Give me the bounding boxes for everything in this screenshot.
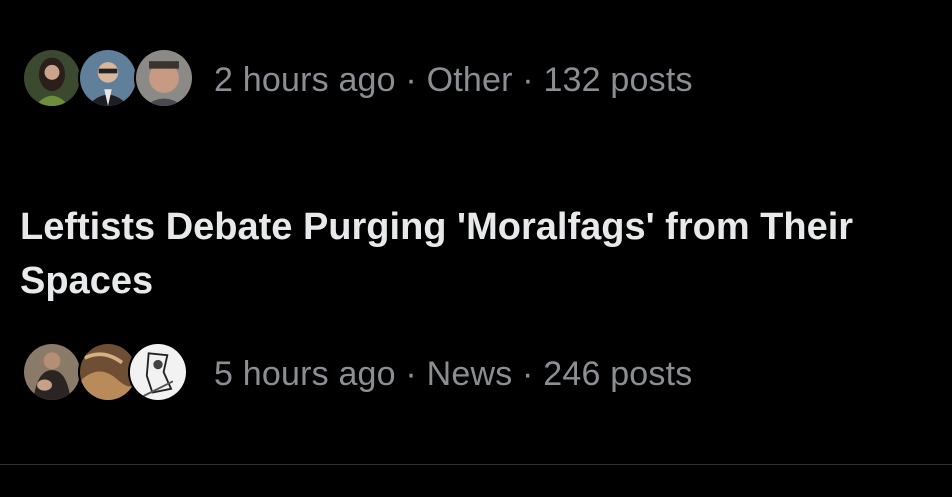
avatar <box>128 342 188 402</box>
avatar-stack <box>22 48 194 112</box>
trend-meta-row[interactable]: 2 hours ago · Other · 132 posts <box>22 48 693 112</box>
avatar <box>134 48 194 108</box>
trend-meta-row[interactable]: 5 hours ago · News · 246 posts <box>22 342 692 406</box>
avatar <box>22 342 82 402</box>
avatar <box>22 48 82 108</box>
divider <box>0 464 952 465</box>
trend-title[interactable]: Leftists Debate Purging 'Moralfags' from… <box>20 200 950 308</box>
avatar <box>78 48 138 108</box>
trend-meta: 5 hours ago · News · 246 posts <box>214 354 693 393</box>
trend-meta: 2 hours ago · Other · 132 posts <box>214 60 693 99</box>
avatar-stack <box>22 342 188 406</box>
